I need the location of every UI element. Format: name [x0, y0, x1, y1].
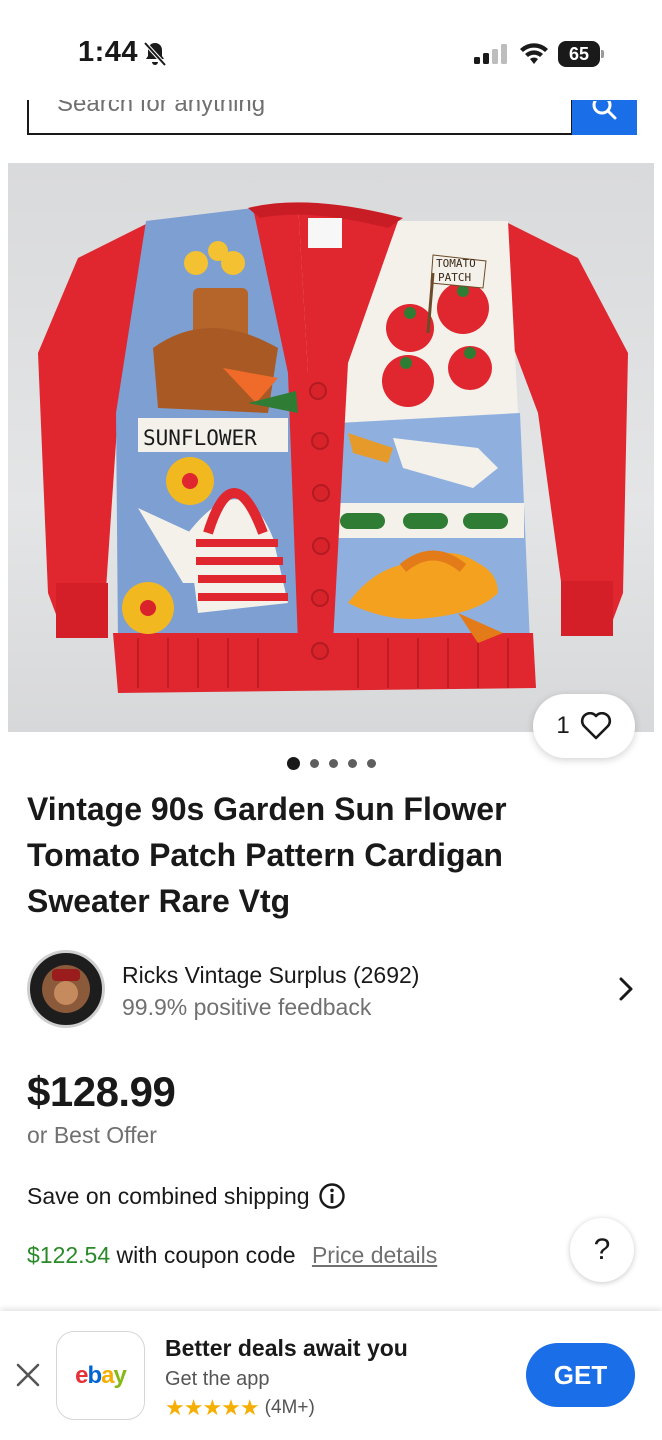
search-icon [592, 101, 616, 120]
price-details-link[interactable]: Price details [312, 1242, 437, 1268]
search-input[interactable]: Search for anything [27, 100, 573, 135]
cellular-signal-icon [474, 44, 507, 64]
heart-icon [580, 712, 611, 740]
listing-title: Vintage 90s Garden Sun Flower Tomato Pat… [27, 791, 507, 919]
best-offer-text: or Best Offer [27, 1122, 157, 1148]
seller-avatar [27, 950, 105, 1028]
ebay-app-logo: ebay [56, 1331, 145, 1420]
coupon-price: $122.54 [27, 1242, 111, 1268]
item-price: $128.99 [27, 1068, 176, 1115]
sweater-photo: SUNFLOWER TOMATO PATCH [38, 202, 628, 693]
search-button[interactable] [572, 100, 637, 135]
patch-text: PATCH [438, 271, 471, 284]
bell-off-icon [143, 41, 167, 67]
battery-level: 65 [558, 41, 600, 67]
ratings-count: (4M+) [264, 1397, 315, 1418]
status-time: 1:44 [78, 36, 139, 68]
seller-card[interactable]: Ricks Vintage Surplus (2692) 99.9% posit… [27, 950, 637, 1030]
wifi-icon [520, 43, 548, 64]
banner-title: Better deals await you [165, 1335, 408, 1361]
watch-button[interactable]: 1 [533, 694, 635, 758]
seller-name[interactable]: Ricks Vintage Surplus (2692) [122, 962, 419, 989]
status-bar: 1:44 65 [0, 0, 662, 100]
shipping-line-cutoff [27, 1298, 327, 1312]
app-promo-banner: ebay Better deals await you Get the app … [0, 1311, 662, 1440]
combined-shipping-text: Save on combined shipping [27, 1182, 310, 1209]
pagination-dot[interactable] [366, 758, 376, 768]
help-button[interactable]: ? [570, 1218, 634, 1282]
listing-image[interactable]: SUNFLOWER TOMATO PATCH [8, 163, 654, 732]
watch-count: 1 [556, 712, 570, 739]
pagination-dot[interactable] [328, 758, 338, 768]
star-rating-icon: ★★★★★ [165, 1395, 260, 1420]
app-rating: ★★★★★ (4M+) [165, 1395, 315, 1421]
pagination-dot[interactable] [309, 758, 319, 768]
battery-icon: 65 [558, 41, 604, 67]
coupon-line: $122.54 with coupon code Price details [27, 1242, 437, 1269]
sunflower-text: SUNFLOWER [143, 426, 257, 450]
coupon-text: with coupon code [116, 1242, 296, 1268]
image-pagination [0, 756, 662, 770]
pagination-dot-active[interactable] [286, 756, 300, 770]
close-icon[interactable] [14, 1361, 42, 1389]
seller-feedback: 99.9% positive feedback [122, 994, 372, 1020]
tomato-text: TOMATO [436, 257, 476, 270]
info-icon[interactable] [318, 1182, 346, 1210]
combined-shipping: Save on combined shipping [27, 1182, 346, 1210]
pagination-dot[interactable] [347, 758, 357, 768]
banner-subtitle: Get the app [165, 1368, 270, 1390]
get-app-button[interactable]: GET [526, 1343, 635, 1407]
search-bar: Search for anything [0, 100, 662, 140]
chevron-right-icon[interactable] [615, 976, 637, 1002]
